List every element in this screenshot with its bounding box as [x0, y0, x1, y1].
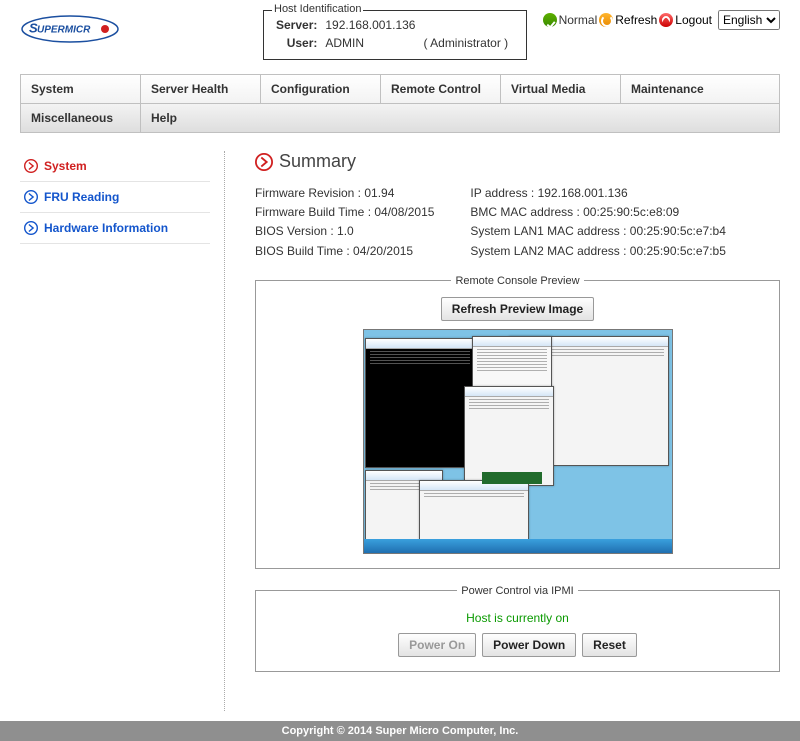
status-label: Normal [559, 13, 598, 27]
menu-virtual-media[interactable]: Virtual Media [501, 75, 621, 103]
power-status: Host is currently on [272, 611, 763, 625]
user-value: ADMIN [325, 35, 421, 51]
power-on-button[interactable]: Power On [398, 633, 476, 657]
sidebar-item-system[interactable]: System [20, 151, 210, 182]
logout-icon[interactable] [659, 13, 673, 27]
menu-help[interactable]: Help [141, 104, 779, 132]
sidebar-item-label: System [44, 159, 87, 173]
menu-remote-control[interactable]: Remote Control [381, 75, 501, 103]
sidebar-item-label: Hardware Information [44, 221, 168, 235]
bios-version: BIOS Version : 1.0 [255, 222, 434, 241]
remote-console-legend: Remote Console Preview [451, 275, 583, 287]
lan2-mac: System LAN2 MAC address : 00:25:90:5c:e7… [470, 242, 725, 261]
firmware-build-time: Firmware Build Time : 04/08/2015 [255, 203, 434, 222]
power-control-panel: Power Control via IPMI Host is currently… [255, 585, 780, 672]
power-down-button[interactable]: Power Down [482, 633, 576, 657]
menu-miscellaneous[interactable]: Miscellaneous [21, 104, 141, 132]
user-label: User: [276, 35, 323, 51]
arrow-right-icon [255, 153, 273, 171]
remote-console-panel: Remote Console Preview Refresh Preview I… [255, 275, 780, 569]
lan1-mac: System LAN1 MAC address : 00:25:90:5c:e7… [470, 222, 725, 241]
main-menu: System Server Health Configuration Remot… [20, 74, 780, 133]
firmware-revision: Firmware Revision : 01.94 [255, 184, 434, 203]
status-ok-icon [543, 13, 557, 27]
host-identification-box: Host Identification Server: 192.168.001.… [263, 10, 527, 60]
reset-button[interactable]: Reset [582, 633, 637, 657]
supermicro-logo: S UPERMICR [20, 10, 120, 48]
logout-link[interactable]: Logout [675, 13, 712, 27]
user-role: ( Administrator ) [423, 35, 514, 51]
menu-maintenance[interactable]: Maintenance [621, 75, 779, 103]
server-value: 192.168.001.136 [325, 17, 421, 33]
refresh-preview-button[interactable]: Refresh Preview Image [441, 297, 594, 321]
language-select[interactable]: English [718, 10, 780, 30]
page-title: Summary [255, 151, 780, 172]
system-info: Firmware Revision : 01.94 Firmware Build… [255, 184, 780, 261]
power-control-legend: Power Control via IPMI [457, 585, 577, 597]
host-id-legend: Host Identification [272, 3, 363, 15]
sidebar-item-label: FRU Reading [44, 190, 119, 204]
sidebar-item-hardware-information[interactable]: Hardware Information [20, 213, 210, 244]
sidebar: System FRU Reading Hardware Information [20, 151, 225, 711]
arrow-right-icon [24, 190, 38, 204]
sidebar-item-fru-reading[interactable]: FRU Reading [20, 182, 210, 213]
remote-console-preview[interactable] [363, 329, 673, 554]
menu-configuration[interactable]: Configuration [261, 75, 381, 103]
bmc-mac: BMC MAC address : 00:25:90:5c:e8:09 [470, 203, 725, 222]
menu-server-health[interactable]: Server Health [141, 75, 261, 103]
arrow-right-icon [24, 221, 38, 235]
menu-system[interactable]: System [21, 75, 141, 103]
svg-text:UPERMICR: UPERMICR [37, 25, 91, 36]
server-label: Server: [276, 17, 323, 33]
refresh-link[interactable]: Refresh [615, 13, 657, 27]
bios-build-time: BIOS Build Time : 04/20/2015 [255, 242, 434, 261]
arrow-right-icon [24, 159, 38, 173]
ip-address: IP address : 192.168.001.136 [470, 184, 725, 203]
footer-copyright: Copyright © 2014 Super Micro Computer, I… [0, 721, 800, 741]
refresh-icon[interactable] [599, 13, 613, 27]
